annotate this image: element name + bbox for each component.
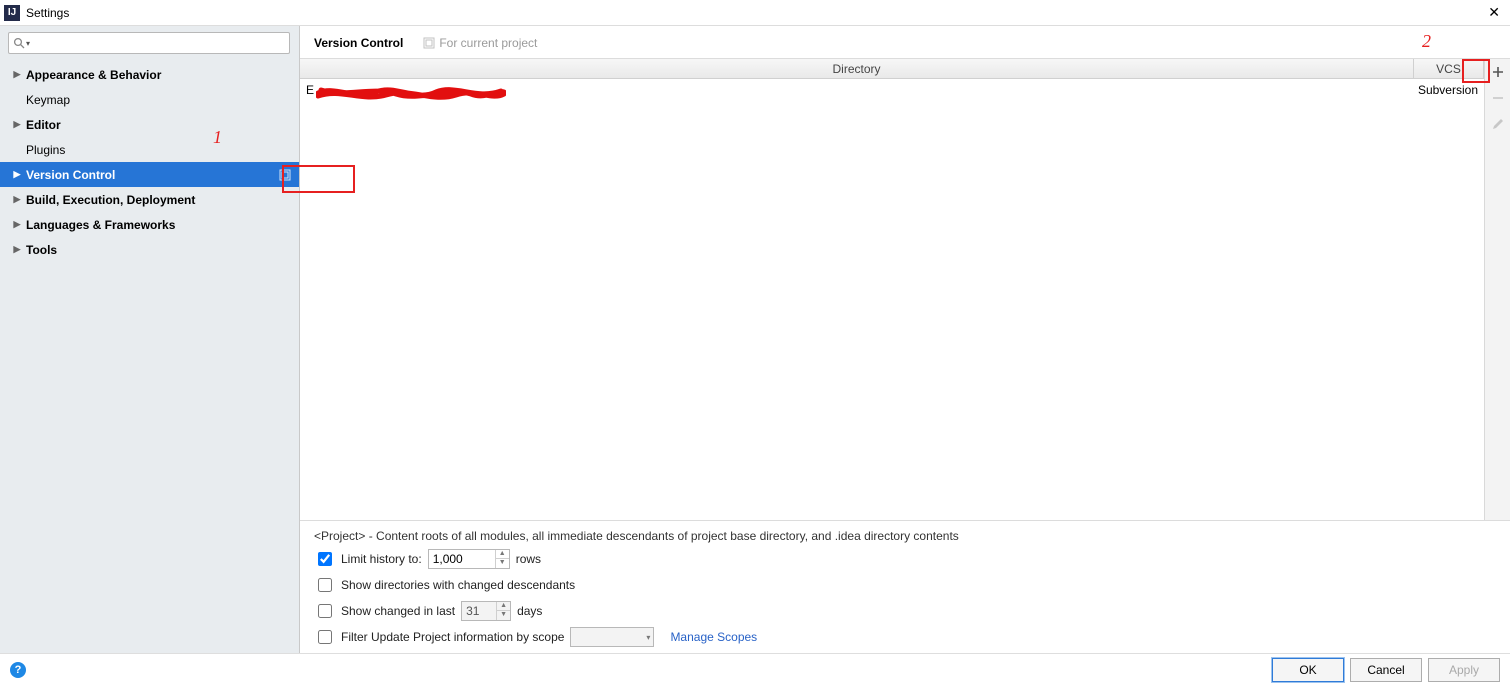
sidebar-item-build-execution-deployment[interactable]: ▶Build, Execution, Deployment: [0, 187, 299, 212]
sidebar-item-label: Version Control: [26, 168, 115, 182]
project-settings-icon: [279, 169, 291, 181]
search-filter-caret-icon[interactable]: ▾: [26, 39, 30, 48]
sidebar-item-label: Keymap: [26, 93, 70, 107]
table-toolbar: [1484, 59, 1510, 520]
vcs-mapping-table: Directory VCS E Subversion: [300, 59, 1484, 520]
manage-scopes-link[interactable]: Manage Scopes: [670, 630, 757, 644]
help-button[interactable]: ?: [10, 662, 26, 678]
cancel-button[interactable]: Cancel: [1350, 658, 1422, 682]
pencil-icon: [1491, 117, 1505, 131]
show-changed-last-checkbox[interactable]: [318, 604, 332, 618]
sidebar-item-label: Languages & Frameworks: [26, 218, 175, 232]
limit-history-checkbox[interactable]: [318, 552, 332, 566]
limit-history-label-pre: Limit history to:: [341, 552, 422, 566]
sidebar-item-languages-frameworks[interactable]: ▶Languages & Frameworks: [0, 212, 299, 237]
show-dirs-changed-checkbox[interactable]: [318, 578, 332, 592]
column-header-vcs[interactable]: VCS: [1414, 59, 1484, 78]
table-row[interactable]: E Subversion: [300, 79, 1484, 101]
project-scope-label: For current project: [439, 36, 537, 50]
show-changed-last-row: Show changed in last ▲▼ days: [314, 601, 1496, 621]
filter-scope-checkbox[interactable]: [318, 630, 332, 644]
page-title: Version Control: [314, 36, 403, 50]
settings-sidebar: ▾ ▶Appearance & Behavior ▶Keymap ▶Editor…: [0, 26, 300, 653]
minus-icon: [1491, 91, 1505, 105]
cell-vcs: Subversion: [1414, 83, 1484, 97]
window-title: Settings: [26, 6, 69, 20]
apply-button: Apply: [1428, 658, 1500, 682]
spin-down-icon: ▼: [497, 611, 510, 620]
ok-button[interactable]: OK: [1272, 658, 1344, 682]
sidebar-item-appearance-behavior[interactable]: ▶Appearance & Behavior: [0, 62, 299, 87]
show-changed-last-label-post: days: [517, 604, 542, 618]
show-dirs-changed-row: Show directories with changed descendant…: [314, 575, 1496, 595]
sidebar-item-version-control[interactable]: ▶Version Control: [0, 162, 299, 187]
edit-button: [1487, 113, 1509, 135]
settings-search[interactable]: ▾: [8, 32, 290, 54]
sidebar-item-label: Tools: [26, 243, 57, 257]
chevron-down-icon: ▾: [646, 633, 650, 642]
sidebar-item-plugins[interactable]: ▶Plugins: [0, 137, 299, 162]
close-icon[interactable]: ✕: [1482, 4, 1506, 21]
spin-up-icon[interactable]: ▲: [496, 550, 509, 559]
filter-scope-label: Filter Update Project information by sco…: [341, 630, 564, 644]
limit-history-row: Limit history to: ▲▼ rows: [314, 549, 1496, 569]
limit-history-field[interactable]: ▲▼: [428, 549, 510, 569]
show-dirs-changed-label: Show directories with changed descendant…: [341, 578, 575, 592]
sidebar-item-tools[interactable]: ▶Tools: [0, 237, 299, 262]
project-settings-icon: [423, 37, 435, 49]
sidebar-item-label: Plugins: [26, 143, 65, 157]
redacted-path: [316, 84, 506, 102]
show-changed-last-field: ▲▼: [461, 601, 511, 621]
title-bar: IJ Settings ✕: [0, 0, 1510, 26]
search-icon: [13, 37, 25, 49]
project-scope-note: For current project: [423, 36, 537, 50]
spin-down-icon[interactable]: ▼: [496, 559, 509, 568]
cell-directory: E: [300, 83, 1414, 97]
sidebar-item-label: Appearance & Behavior: [26, 68, 161, 82]
limit-history-input[interactable]: [429, 550, 495, 568]
filter-scope-combo[interactable]: ▾: [570, 627, 654, 647]
sidebar-item-label: Build, Execution, Deployment: [26, 193, 195, 207]
add-button[interactable]: [1487, 61, 1509, 83]
settings-tree: ▶Appearance & Behavior ▶Keymap ▶Editor ▶…: [0, 60, 299, 653]
directory-prefix: E: [306, 83, 314, 97]
sidebar-item-editor[interactable]: ▶Editor: [0, 112, 299, 137]
remove-button: [1487, 87, 1509, 109]
sidebar-item-label: Editor: [26, 118, 61, 132]
settings-content: Version Control For current project Dire…: [300, 26, 1510, 653]
project-mapping-hint: <Project> - Content roots of all modules…: [314, 529, 1496, 543]
show-changed-last-input: [462, 602, 496, 620]
filter-scope-row: Filter Update Project information by sco…: [314, 627, 1496, 647]
column-header-directory[interactable]: Directory: [300, 59, 1414, 78]
app-icon: IJ: [4, 5, 20, 21]
search-input[interactable]: [34, 34, 285, 52]
spin-up-icon: ▲: [497, 602, 510, 611]
limit-history-label-post: rows: [516, 552, 541, 566]
plus-icon: [1491, 65, 1505, 79]
show-changed-last-label-pre: Show changed in last: [341, 604, 455, 618]
dialog-button-bar: ? OK Cancel Apply: [0, 653, 1510, 686]
sidebar-item-keymap[interactable]: ▶Keymap: [0, 87, 299, 112]
